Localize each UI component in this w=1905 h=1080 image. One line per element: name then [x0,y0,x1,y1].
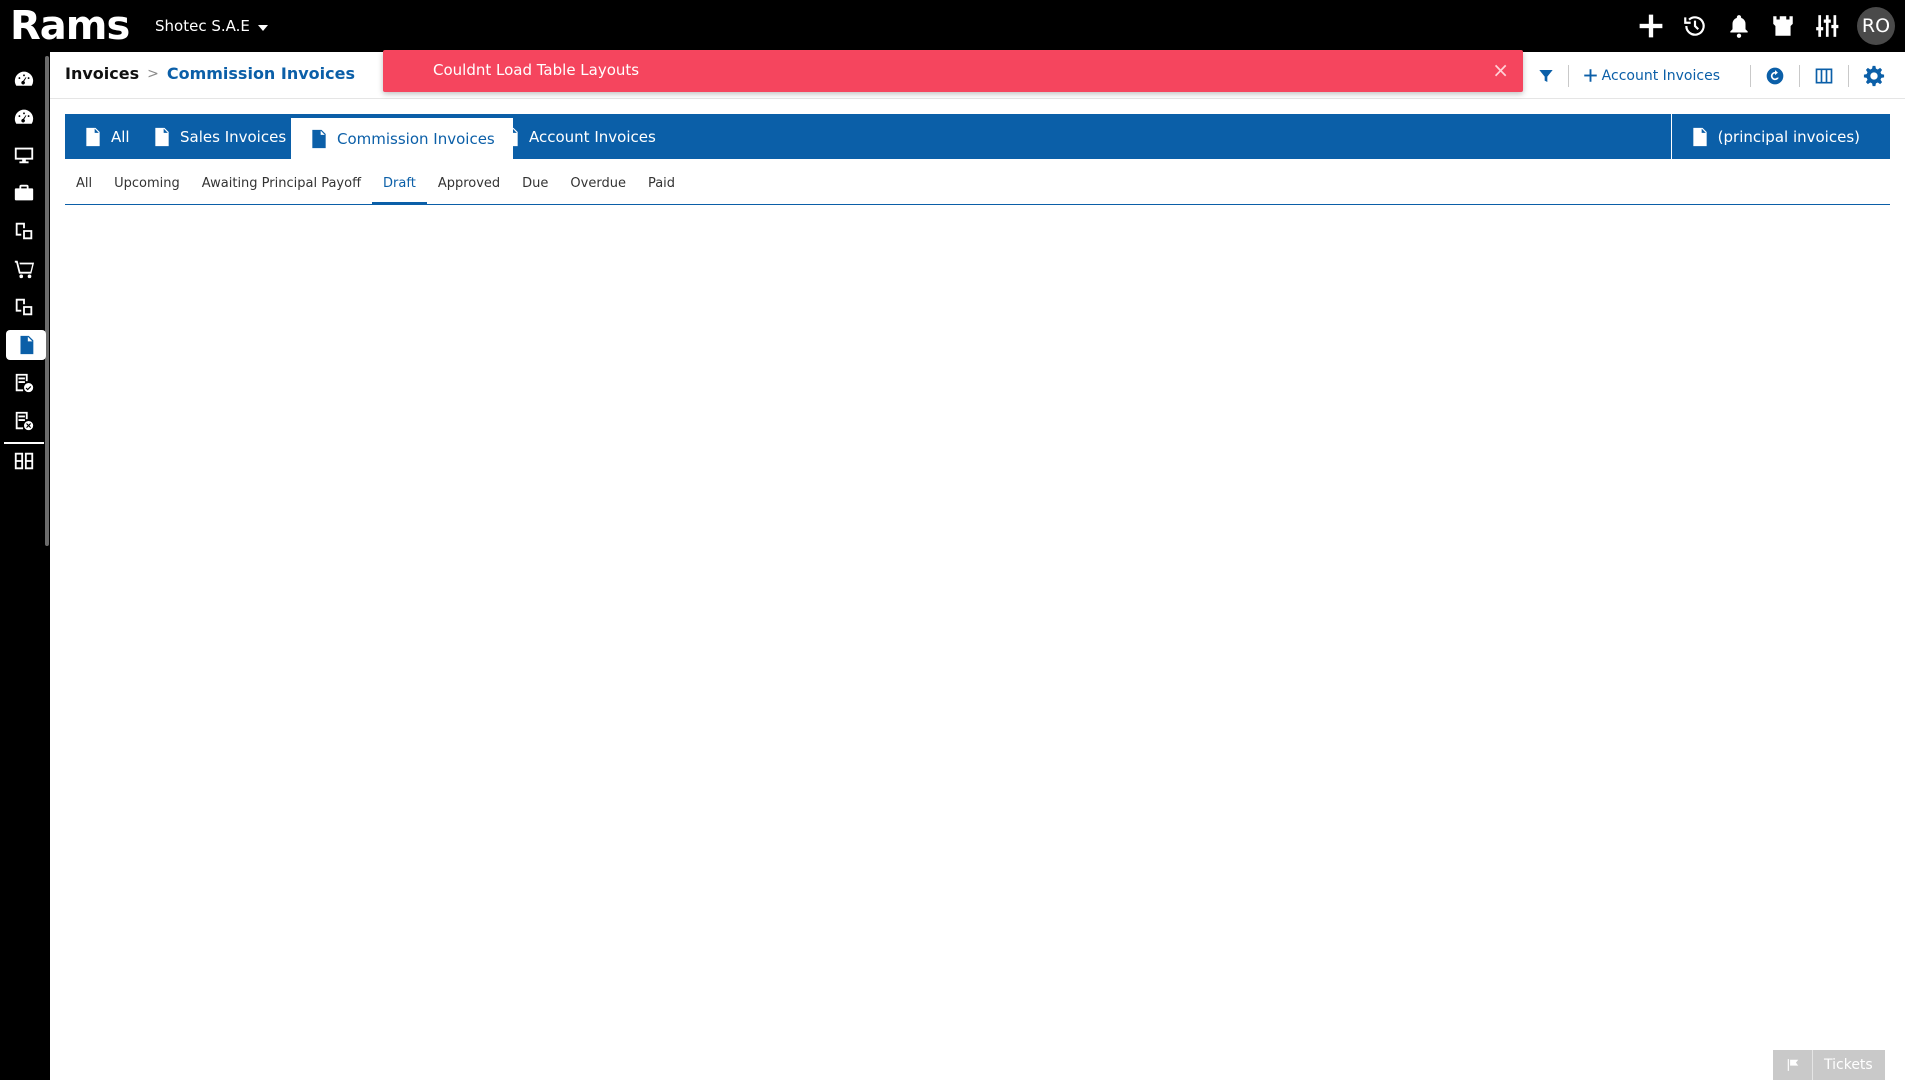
sidebar-divider [4,442,44,444]
sidebar-item-dashboard-2[interactable] [6,102,42,132]
invoice-icon [155,127,169,146]
app-logo[interactable]: Rams [10,3,130,49]
sidebar-item-rejected-docs[interactable] [6,406,42,436]
sidebar-item-monitor[interactable] [6,140,42,170]
tickets-button[interactable]: Tickets [1773,1050,1885,1080]
tab-account-invoices[interactable]: Account Invoices [483,114,674,159]
subtab-draft[interactable]: Draft [372,170,427,205]
invoice-icon [1693,127,1707,146]
sliders-icon[interactable] [1805,0,1849,52]
subtab-upcoming[interactable]: Upcoming [103,170,191,205]
status-subtabs: All Upcoming Awaiting Principal Payoff D… [65,170,1890,205]
tab-label: Account Invoices [529,127,656,146]
breadcrumb-root[interactable]: Invoices [65,64,139,83]
sidebar-item-layout[interactable] [6,446,42,476]
avatar[interactable]: RO [1857,7,1895,45]
refresh-icon [1766,67,1784,84]
gauge-icon [14,109,34,124]
bell-icon[interactable] [1717,0,1761,52]
add-icon[interactable] [1629,0,1673,52]
subtab-approved[interactable]: Approved [427,170,511,205]
toolbar-divider [1799,64,1800,87]
sidebar-item-documents-2[interactable] [6,292,42,322]
tab-label: (principal invoices) [1717,127,1860,146]
invoice-icon [20,335,34,355]
company-selector[interactable]: Shotec S.A.E [155,17,268,35]
breadcrumb: Invoices > Commission Invoices [65,64,355,83]
add-account-invoice-label: Account Invoices [1601,67,1720,84]
tab-commission-invoices[interactable]: Commission Invoices [291,118,513,159]
top-toolbar: RO [1629,0,1905,52]
sidebar-scrollbar[interactable] [45,56,49,546]
toolbar-divider [1848,64,1849,87]
filter-icon [1539,69,1553,82]
subtab-awaiting-principal-payoff[interactable]: Awaiting Principal Payoff [191,170,372,205]
tab-label: Commission Invoices [337,129,495,148]
history-icon[interactable] [1673,0,1717,52]
tab-sales-invoices[interactable]: Sales Invoices [134,114,304,159]
gear-icon [1863,65,1885,86]
flag-icon [1773,1050,1813,1080]
document-check-icon [15,373,34,393]
sidebar-item-approved-docs[interactable] [6,368,42,398]
page-title: Commission Invoices [166,64,355,83]
plus-icon [1583,69,1597,82]
sidebar-item-invoices[interactable] [6,330,46,360]
documents-icon [15,222,33,240]
subtab-all[interactable]: All [65,170,103,205]
chevron-down-icon [257,25,268,31]
invoice-icon [504,127,518,146]
cart-icon [14,260,35,279]
sidebar [0,52,50,1080]
invoice-type-tabs: All Sales Invoices Commission Invoices A… [65,114,1890,159]
monitor-icon [14,147,34,164]
top-bar: Rams Shotec S.A.E RO [0,0,1905,52]
error-toast: Couldnt Load Table Layouts × [383,50,1523,92]
invoice-icon [312,129,326,148]
tab-label: All [111,127,130,146]
refresh-button[interactable] [1765,66,1785,86]
castle-icon[interactable] [1761,0,1805,52]
columns-icon [1815,68,1833,83]
document-x-icon [15,411,34,431]
header-toolbar: Account Invoices [1538,52,1905,99]
sidebar-item-documents[interactable] [6,216,42,246]
subtab-overdue[interactable]: Overdue [559,170,637,205]
sidebar-item-cart[interactable] [6,254,42,284]
toolbar-divider [1750,64,1751,87]
subtab-due[interactable]: Due [511,170,559,205]
add-account-invoice-button[interactable]: Account Invoices [1583,68,1720,84]
invoice-icon [86,127,100,146]
toast-message: Couldnt Load Table Layouts [433,61,640,79]
tickets-label: Tickets [1824,1057,1873,1073]
sidebar-item-dashboard[interactable] [6,64,42,94]
tab-label: Sales Invoices [180,127,287,146]
briefcase-icon [14,184,34,201]
settings-button[interactable] [1863,65,1885,87]
layout-icon [14,452,34,470]
company-name: Shotec S.A.E [155,17,250,35]
toolbar-divider [1567,64,1569,87]
gauge-icon [14,71,34,86]
tab-principal-invoices[interactable]: (principal invoices) [1670,114,1890,159]
chevron-right-icon: > [147,65,159,82]
filter-button[interactable] [1538,68,1554,84]
close-icon[interactable]: × [1492,60,1509,80]
subtab-paid[interactable]: Paid [637,170,686,205]
documents-icon [15,298,33,316]
columns-button[interactable] [1814,66,1834,86]
sidebar-item-briefcase[interactable] [6,178,42,208]
